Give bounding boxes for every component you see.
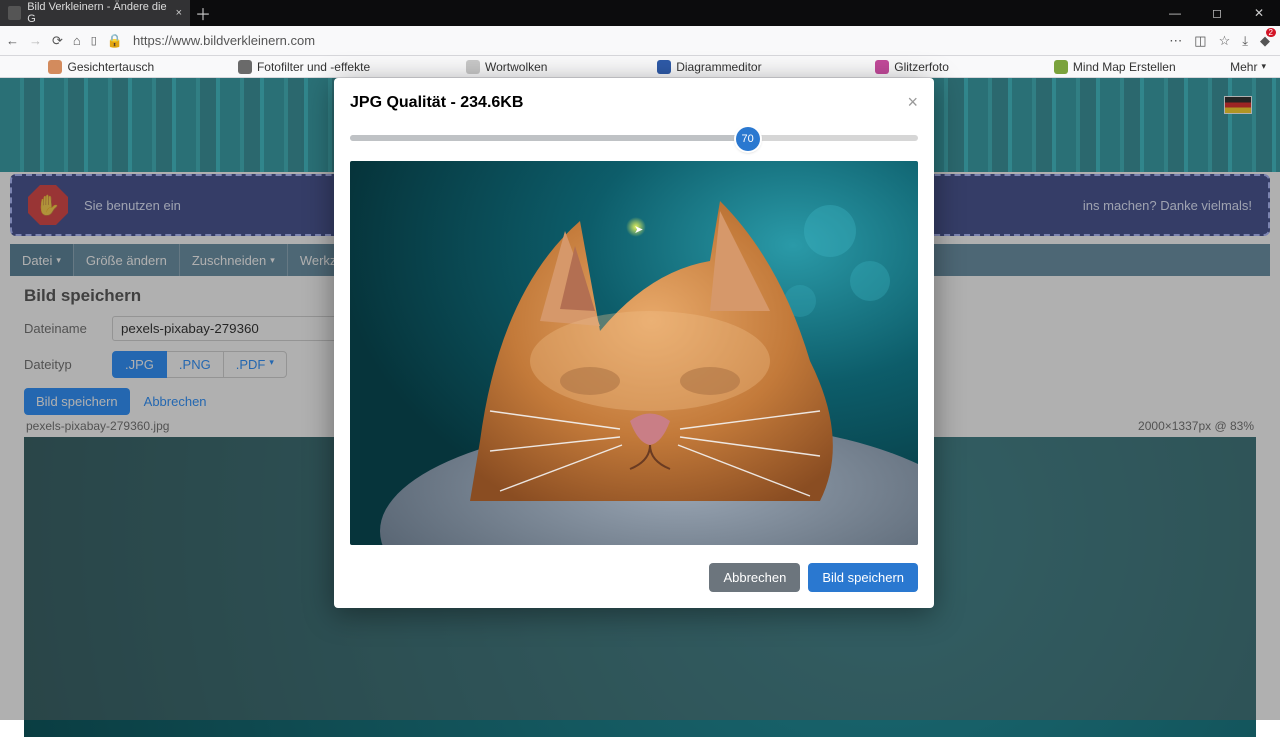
modal-save-button[interactable]: Bild speichern (808, 563, 918, 592)
new-tab-button[interactable]: ＋ (190, 0, 216, 26)
cursor-arrow-icon: ➤ (634, 223, 643, 236)
tab-title: Bild Verkleinern - Ändere die G (27, 1, 169, 25)
back-icon[interactable]: ← (6, 33, 19, 48)
window-maximize-icon[interactable]: ◻ (1196, 0, 1238, 26)
quality-modal: JPG Qualität - 234.6KB × 70 (334, 78, 934, 608)
bookmark-star-icon[interactable]: ☆ (1219, 33, 1231, 49)
bookmark-item[interactable]: Gesichtertausch (0, 60, 203, 74)
reload-icon[interactable]: ⟳ (52, 33, 63, 49)
bookmark-item[interactable]: Diagrammeditor (608, 60, 811, 74)
page-content: ✋ Sie benutzen ein ins machen? Danke vie… (0, 78, 1280, 720)
bookmarks-more[interactable]: Mehr▾ (1216, 60, 1280, 74)
modal-close-icon[interactable]: × (907, 92, 918, 113)
shield-icon[interactable]: ▯ (91, 34, 97, 47)
bookmark-item[interactable]: Fotofilter und -effekte (203, 60, 406, 74)
browser-tab[interactable]: Bild Verkleinern - Ändere die G × (0, 0, 190, 26)
modal-cancel-button[interactable]: Abbrechen (709, 563, 800, 592)
home-icon[interactable]: ⌂ (73, 33, 81, 48)
url-text[interactable]: https://www.bildverkleinern.com (133, 33, 1159, 48)
window-minimize-icon[interactable]: — (1154, 0, 1196, 26)
bookmarks-bar: Gesichtertausch Fotofilter und -effekte … (0, 56, 1280, 78)
bookmark-item[interactable]: Wortwolken (405, 60, 608, 74)
quality-slider[interactable]: 70 (350, 127, 918, 149)
extension-badge-icon[interactable]: ◆ (1260, 33, 1270, 49)
browser-titlebar: Bild Verkleinern - Ändere die G × ＋ — ◻ … (0, 0, 1280, 26)
window-close-icon[interactable]: ✕ (1238, 0, 1280, 26)
address-bar: ← → ⟳ ⌂ ▯ 🔒 https://www.bildverkleinern.… (0, 26, 1280, 56)
tab-close-icon[interactable]: × (176, 7, 182, 19)
lock-icon[interactable]: 🔒 (107, 33, 123, 49)
slider-thumb[interactable]: 70 (736, 127, 760, 151)
tab-favicon-icon (8, 6, 21, 20)
modal-title: JPG Qualität - 234.6KB (350, 94, 523, 112)
modal-preview-image: ➤ (350, 161, 918, 545)
reader-icon[interactable]: ◫ (1194, 33, 1206, 49)
bookmark-item[interactable]: Glitzerfoto (811, 60, 1014, 74)
meatball-icon[interactable]: ⋯ (1169, 33, 1182, 49)
forward-icon: → (29, 33, 42, 48)
bookmark-item[interactable]: Mind Map Erstellen (1013, 60, 1216, 74)
download-icon[interactable]: ⤓ (1242, 33, 1248, 49)
